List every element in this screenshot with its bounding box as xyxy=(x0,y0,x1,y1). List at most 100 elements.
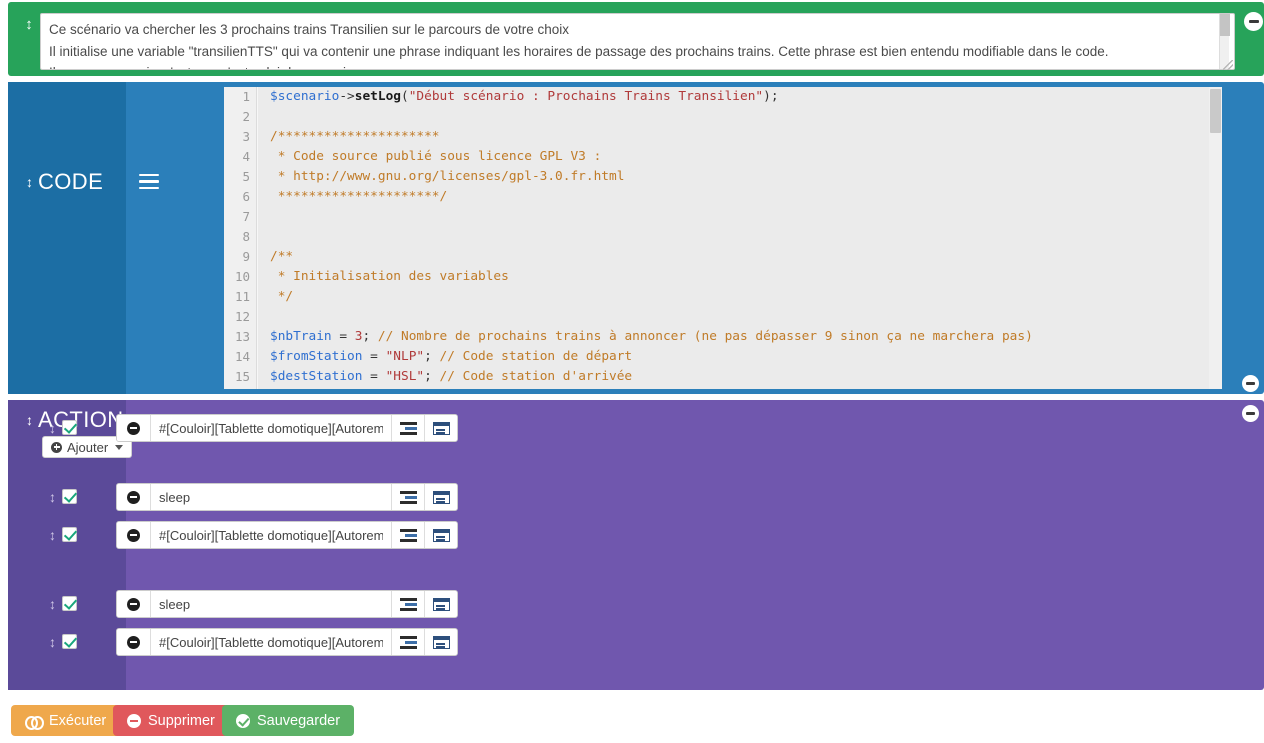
action-command-input[interactable] xyxy=(151,484,391,510)
action-enabled-checkbox[interactable] xyxy=(62,527,77,542)
list-icon xyxy=(399,635,417,649)
line-number: 12 xyxy=(234,309,250,324)
line-number: 6 xyxy=(242,189,250,204)
action-row-drag-handle[interactable]: ↕ xyxy=(46,419,59,437)
code-panel: ↕ CODE 1 2 3 4 5 6 7 8 9 10 11 12 13 14 15 $scenario->… xyxy=(8,82,1264,394)
minus-circle-icon xyxy=(127,713,141,728)
panel-icon xyxy=(432,421,450,435)
execute-button[interactable]: Exécuter xyxy=(11,705,121,736)
action-panel: ↕ ACTION Ajouter ↕↕↕↕↕ Titre Message pla… xyxy=(8,400,1264,690)
code-token: $destStation xyxy=(270,369,363,384)
description-textarea[interactable]: Ce scénario va chercher les 3 prochains … xyxy=(40,13,1235,70)
action-drag-handle[interactable]: ↕ xyxy=(23,411,36,429)
code-scrollbar-thumb[interactable] xyxy=(1210,89,1221,133)
code-token: -> xyxy=(339,89,355,104)
code-collapse-icon[interactable] xyxy=(1242,375,1259,392)
code-token: ( xyxy=(401,89,409,104)
code-token: = xyxy=(362,369,386,384)
code-token: "HSL" xyxy=(385,369,425,384)
action-expression-button[interactable] xyxy=(424,629,457,655)
line-number: 9 xyxy=(242,249,250,264)
line-number: 3 xyxy=(242,129,250,144)
remove-action-button[interactable] xyxy=(117,484,151,510)
code-scrollbar[interactable] xyxy=(1209,87,1222,389)
description-drag-handle[interactable]: ↕ xyxy=(22,15,36,35)
action-enabled-checkbox[interactable] xyxy=(62,489,77,504)
action-expression-button[interactable] xyxy=(424,415,457,441)
code-line: * Initialisation des variables xyxy=(258,267,1222,287)
list-icon xyxy=(399,421,417,435)
line-number: 4 xyxy=(242,149,250,164)
remove-action-button[interactable] xyxy=(117,591,151,617)
action-command-group xyxy=(116,414,458,442)
list-icon xyxy=(399,528,417,542)
action-enabled-checkbox[interactable] xyxy=(62,634,77,649)
chevron-down-icon xyxy=(115,444,124,450)
code-token: ; xyxy=(362,329,378,344)
code-line: $scenario->setLog("Début scénario : Proc… xyxy=(258,87,1222,107)
minus-circle-icon xyxy=(127,635,140,649)
minus-circle-icon xyxy=(127,597,140,611)
remove-action-button[interactable] xyxy=(117,629,151,655)
action-row-drag-handle[interactable]: ↕ xyxy=(46,526,59,544)
action-row-drag-handle[interactable]: ↕ xyxy=(46,488,59,506)
description-scrollbar[interactable] xyxy=(1219,14,1230,69)
action-enabled-checkbox[interactable] xyxy=(62,420,77,435)
line-number: 11 xyxy=(234,289,250,304)
code-token: $nbTrain xyxy=(270,329,332,344)
action-command-input[interactable] xyxy=(151,522,391,548)
action-command-input[interactable] xyxy=(151,415,391,441)
line-number: 13 xyxy=(234,329,250,344)
action-options-button[interactable] xyxy=(391,484,424,510)
code-editor[interactable]: 1 2 3 4 5 6 7 8 9 10 11 12 13 14 15 $scenario->setLog(… xyxy=(224,87,1222,389)
action-collapse-icon[interactable] xyxy=(1242,405,1259,422)
list-icon xyxy=(399,597,417,611)
action-command-group xyxy=(116,483,458,511)
action-expression-button[interactable] xyxy=(424,591,457,617)
code-token: * Code source publié sous licence GPL V3… xyxy=(270,149,602,164)
action-enabled-checkbox[interactable] xyxy=(62,596,77,611)
code-line: $destStation = "HSL"; // Code station d'… xyxy=(258,367,1222,387)
code-token: * Initialisation des variables xyxy=(270,269,509,284)
description-collapse-icon[interactable] xyxy=(1244,12,1263,31)
execute-label: Exécuter xyxy=(49,712,107,729)
code-token: = xyxy=(362,349,386,364)
minus-circle-icon xyxy=(127,528,140,542)
code-line: * Code source publié sous licence GPL V3… xyxy=(258,147,1222,167)
code-token: ); xyxy=(763,89,779,104)
line-number: 10 xyxy=(234,269,250,284)
code-panel-sidebar xyxy=(8,82,126,394)
minus-circle-icon xyxy=(127,490,140,504)
delete-button[interactable]: Supprimer xyxy=(113,705,229,736)
action-options-button[interactable] xyxy=(391,522,424,548)
line-number: 1 xyxy=(242,89,250,104)
action-expression-button[interactable] xyxy=(424,484,457,510)
delete-label: Supprimer xyxy=(148,712,215,729)
action-row-drag-handle[interactable]: ↕ xyxy=(46,595,59,613)
code-drag-handle[interactable]: ↕ xyxy=(23,173,36,191)
action-options-button[interactable] xyxy=(391,415,424,441)
hamburger-menu-icon[interactable] xyxy=(139,174,159,192)
description-scrollbar-thumb[interactable] xyxy=(1220,14,1230,36)
code-content[interactable]: $scenario->setLog("Début scénario : Proc… xyxy=(258,87,1222,389)
add-action-label: Ajouter xyxy=(67,439,109,455)
code-token: $fromStation xyxy=(270,349,363,364)
action-options-button[interactable] xyxy=(391,591,424,617)
action-row-drag-handle[interactable]: ↕ xyxy=(46,633,59,651)
action-expression-button[interactable] xyxy=(424,522,457,548)
remove-action-button[interactable] xyxy=(117,415,151,441)
save-button[interactable]: Sauvegarder xyxy=(222,705,355,736)
line-number: 7 xyxy=(242,209,250,224)
action-command-input[interactable] xyxy=(151,629,391,655)
code-gutter: 1 2 3 4 5 6 7 8 9 10 11 12 13 14 15 xyxy=(224,87,257,389)
link-icon xyxy=(25,715,44,730)
action-options-button[interactable] xyxy=(391,629,424,655)
code-token: = xyxy=(331,329,355,344)
code-line: */ xyxy=(258,287,1222,307)
code-line: /** xyxy=(258,247,1222,267)
remove-action-button[interactable] xyxy=(117,522,151,548)
panel-icon xyxy=(432,528,450,542)
code-line: * http://www.gnu.org/licenses/gpl-3.0.fr… xyxy=(258,167,1222,187)
action-command-input[interactable] xyxy=(151,591,391,617)
